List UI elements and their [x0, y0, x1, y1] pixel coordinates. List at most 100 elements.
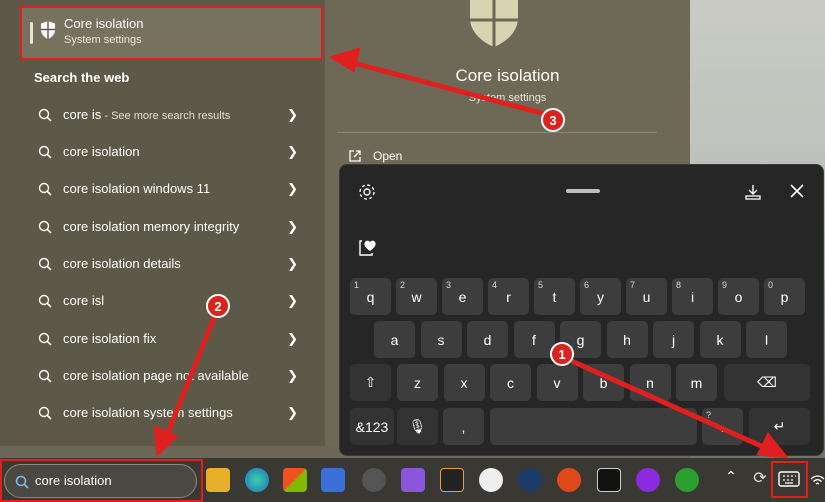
- key-b[interactable]: b: [583, 364, 624, 401]
- key-label: ↵: [773, 418, 786, 434]
- key-label: q: [366, 288, 375, 305]
- symbols-key[interactable]: &123: [350, 408, 394, 445]
- app-wheel-icon[interactable]: [479, 468, 503, 492]
- close-icon[interactable]: [789, 183, 805, 199]
- app-network-icon[interactable]: [401, 468, 425, 492]
- search-icon: [38, 369, 52, 383]
- key-number-hint: 0: [768, 280, 774, 290]
- web-result-text: core isolation fix: [63, 331, 157, 346]
- web-result-5[interactable]: core isl ❯: [22, 285, 316, 317]
- key-i[interactable]: 8i: [672, 278, 713, 315]
- backspace-key[interactable]: ⌫: [724, 364, 810, 401]
- search-icon: [38, 182, 52, 196]
- annotation-badge-3: 3: [541, 108, 565, 132]
- key-label: k: [716, 331, 724, 348]
- key-a[interactable]: a: [374, 321, 415, 358]
- open-action[interactable]: Open: [373, 149, 402, 163]
- web-result-4[interactable]: core isolation details ❯: [22, 248, 316, 280]
- file-explorer-icon[interactable]: [206, 468, 230, 492]
- key-label: v: [553, 374, 561, 391]
- key-p[interactable]: 0p: [764, 278, 805, 315]
- ea-app-icon[interactable]: [557, 468, 581, 492]
- app-diamond-icon[interactable]: [362, 468, 386, 492]
- key-label: ⇧: [364, 374, 377, 390]
- windows-security-shield-icon: [41, 21, 55, 39]
- wifi-icon[interactable]: [810, 474, 825, 488]
- key-v[interactable]: v: [536, 364, 578, 401]
- key-number-hint: ?: [706, 410, 712, 420]
- key-m[interactable]: m: [676, 364, 717, 401]
- key-number-hint: 7: [630, 280, 636, 290]
- key-h[interactable]: h: [606, 321, 648, 358]
- key-label: &123: [355, 418, 389, 435]
- search-icon: [38, 257, 52, 271]
- key-label: s: [437, 331, 445, 348]
- sync-icon[interactable]: ⟳: [750, 468, 770, 492]
- key-o[interactable]: 9o: [718, 278, 759, 315]
- dock-keyboard-icon[interactable]: [744, 183, 762, 201]
- key-w[interactable]: 2w: [396, 278, 437, 315]
- key-q[interactable]: 1q: [350, 278, 391, 315]
- chevron-up-icon[interactable]: ⌃: [722, 468, 740, 492]
- key-n[interactable]: n: [629, 364, 671, 401]
- microphone-key[interactable]: 🎙: [397, 408, 438, 445]
- period-key[interactable]: ?.: [702, 408, 743, 445]
- chevron-right-icon: ❯: [287, 405, 298, 420]
- key-z[interactable]: z: [397, 364, 438, 401]
- key-r[interactable]: 4r: [488, 278, 529, 315]
- search-icon: [38, 145, 52, 159]
- web-result-hint: - See more search results: [101, 110, 231, 122]
- web-result-2[interactable]: core isolation windows 11 ❯: [22, 173, 316, 205]
- ms-store-icon[interactable]: [283, 468, 307, 492]
- key-s[interactable]: s: [420, 321, 462, 358]
- key-e[interactable]: 3e: [442, 278, 483, 315]
- xbox-icon[interactable]: [675, 468, 699, 492]
- key-u[interactable]: 7u: [626, 278, 667, 315]
- key-d[interactable]: d: [467, 321, 508, 358]
- chevron-right-icon: ❯: [287, 293, 298, 308]
- search-icon: [38, 220, 52, 234]
- key-f[interactable]: f: [513, 321, 555, 358]
- search-icon: [38, 108, 52, 122]
- web-result-1[interactable]: core isolation ❯: [22, 136, 316, 168]
- key-j[interactable]: j: [653, 321, 694, 358]
- space-key[interactable]: [490, 408, 697, 445]
- web-result-8[interactable]: core isolation system settings ❯: [22, 397, 316, 429]
- web-result-6[interactable]: core isolation fix ❯: [22, 323, 316, 355]
- key-label: u: [642, 288, 651, 305]
- app-he-icon[interactable]: [440, 468, 464, 492]
- web-result-text: core isolation memory integrity: [63, 219, 240, 234]
- web-result-7[interactable]: core isolation page not available ❯: [22, 360, 316, 392]
- web-result-0[interactable]: core is - See more search results ❯: [22, 99, 316, 131]
- chevron-right-icon: ❯: [287, 107, 298, 122]
- emoji-clipboard-heart-icon[interactable]: [358, 237, 378, 257]
- app-circle-icon[interactable]: [636, 468, 660, 492]
- web-result-text: core isl: [63, 293, 105, 308]
- key-x[interactable]: x: [443, 364, 485, 401]
- shift-key[interactable]: ⇧: [350, 364, 391, 401]
- key-k[interactable]: k: [699, 321, 741, 358]
- web-result-text: core isolation page not available: [63, 368, 249, 383]
- key-l[interactable]: l: [746, 321, 787, 358]
- key-label: w: [411, 288, 422, 305]
- web-result-text: core isolation windows 11: [63, 181, 211, 196]
- comma-key[interactable]: ,: [443, 408, 484, 445]
- key-y[interactable]: 6y: [580, 278, 621, 315]
- gear-icon[interactable]: [358, 183, 376, 201]
- steam-icon[interactable]: [518, 468, 542, 492]
- app-m-icon[interactable]: [321, 468, 345, 492]
- key-number-hint: 9: [722, 280, 728, 290]
- key-label: m: [690, 374, 703, 391]
- key-t[interactable]: 5t: [534, 278, 575, 315]
- key-number-hint: 8: [676, 280, 682, 290]
- key-label: e: [458, 288, 467, 305]
- enter-key[interactable]: ↵: [749, 408, 810, 445]
- best-match-core-isolation[interactable]: Core isolation System settings: [20, 6, 323, 60]
- epic-games-icon[interactable]: [597, 468, 621, 492]
- web-result-3[interactable]: core isolation memory integrity ❯: [22, 211, 316, 243]
- keyboard-drag-handle[interactable]: [566, 189, 600, 193]
- web-result-text: core isolation details: [63, 256, 181, 271]
- key-c[interactable]: c: [490, 364, 531, 401]
- key-label: p: [780, 288, 789, 305]
- edge-browser-icon[interactable]: [245, 468, 269, 492]
